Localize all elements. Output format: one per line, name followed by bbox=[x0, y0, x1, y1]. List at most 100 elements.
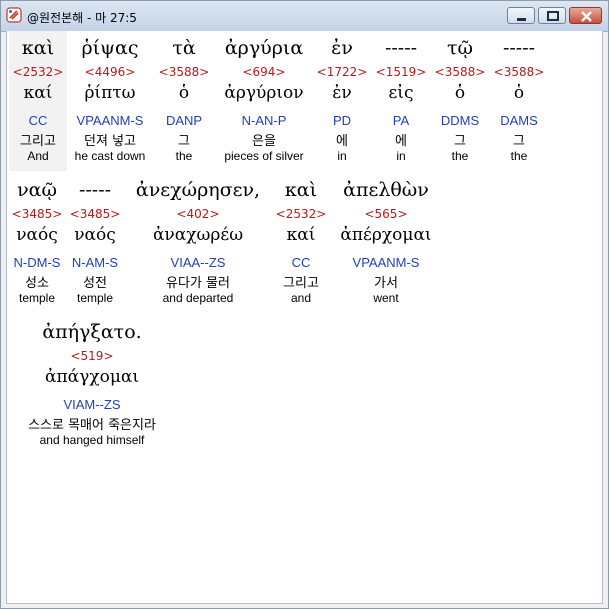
greek-word: ἀπήγξατο. bbox=[42, 321, 142, 343]
parsing-code: VPAANM-S bbox=[76, 113, 144, 128]
interlinear-word[interactable]: ῥίψας <4496> ῥίπτω VPAANM-S 던져 넣고 he cas… bbox=[68, 31, 152, 171]
english-gloss: and departed bbox=[162, 291, 234, 305]
interlinear-word[interactable]: ἀπήγξατο. <519> ἀπάγχομαι VIAM--ZS 스스로 목… bbox=[9, 315, 175, 455]
korean-gloss: 성전 bbox=[83, 276, 107, 291]
app-logo-icon bbox=[6, 7, 22, 23]
parsing-code: CC bbox=[291, 255, 311, 270]
parsing-code: PA bbox=[392, 113, 410, 128]
interlinear-word[interactable]: καὶ <2532> καί CC 그리고 and bbox=[273, 173, 329, 313]
greek-word: ἀπελθὼν bbox=[343, 179, 429, 201]
english-gloss: the bbox=[175, 149, 193, 163]
korean-gloss: 가서 bbox=[374, 276, 398, 291]
window-title: @원전본해 - 마 27:5 bbox=[27, 11, 137, 25]
parsing-code: N-AM-S bbox=[71, 255, 119, 270]
interlinear-word[interactable]: τὰ <3588> ὁ DANP 그 the bbox=[154, 31, 214, 171]
lemma: ναός bbox=[16, 225, 58, 245]
interlinear-word[interactable]: ἀνεχώρησεν, <402> ἀναχωρέω VIAA--ZS 유다가 … bbox=[125, 173, 271, 313]
parsing-code: VIAA--ZS bbox=[170, 255, 226, 270]
korean-gloss: 그 bbox=[513, 134, 525, 149]
strongs-number: <4496> bbox=[84, 65, 136, 79]
english-gloss: went bbox=[373, 291, 399, 305]
strongs-number: <2532> bbox=[12, 65, 64, 79]
greek-word: ----- bbox=[384, 37, 418, 59]
strongs-number: <3485> bbox=[69, 207, 121, 221]
strongs-number: <519> bbox=[70, 349, 114, 363]
strongs-number: <3588> bbox=[493, 65, 545, 79]
maximize-button[interactable] bbox=[538, 7, 566, 24]
strongs-number: <565> bbox=[364, 207, 408, 221]
english-gloss: and bbox=[290, 291, 312, 305]
korean-gloss: 그리고 bbox=[20, 134, 56, 149]
strongs-number: <402> bbox=[176, 207, 220, 221]
greek-word: τὰ bbox=[172, 37, 196, 59]
korean-gloss: 에 bbox=[395, 134, 407, 149]
parsing-code: DDMS bbox=[440, 113, 480, 128]
close-icon bbox=[581, 11, 592, 22]
lemma: ἀπέρχομαι bbox=[340, 225, 432, 245]
interlinear-view[interactable]: καὶ <2532> καί CC 그리고 And ῥίψας <4496> ῥ… bbox=[6, 31, 603, 604]
korean-gloss: 유다가 물러 bbox=[166, 276, 230, 291]
lemma: ἀπάγχομαι bbox=[44, 367, 140, 387]
title-bar[interactable]: @원전본해 - 마 27:5 bbox=[1, 1, 608, 32]
lemma: καί bbox=[23, 83, 53, 103]
close-button[interactable] bbox=[569, 7, 602, 24]
lemma: ἀναχωρέω bbox=[152, 225, 244, 245]
english-gloss: and hanged himself bbox=[39, 433, 145, 447]
minimize-button[interactable] bbox=[507, 7, 535, 24]
greek-word: ναῷ bbox=[17, 179, 57, 201]
parsing-code: VIAM--ZS bbox=[63, 397, 121, 412]
lemma: ὁ bbox=[178, 83, 190, 103]
lemma: ναός bbox=[74, 225, 116, 245]
strongs-number: <3588> bbox=[158, 65, 210, 79]
interlinear-word[interactable]: τῷ <3588> ὁ DDMS 그 the bbox=[432, 31, 488, 171]
english-gloss: temple bbox=[18, 291, 56, 305]
minimize-icon bbox=[517, 18, 526, 21]
interlinear-word[interactable]: ----- <3588> ὁ DAMS 그 the bbox=[491, 31, 547, 171]
parsing-code: CC bbox=[28, 113, 48, 128]
korean-gloss: 그 bbox=[454, 134, 466, 149]
greek-word: ἀργύρια bbox=[224, 37, 304, 59]
korean-gloss: 스스로 목매어 죽은지라 bbox=[28, 418, 156, 433]
parsing-code: PD bbox=[332, 113, 352, 128]
greek-word: ἀνεχώρησεν, bbox=[135, 179, 261, 201]
strongs-number: <1722> bbox=[316, 65, 368, 79]
parsing-code: DANP bbox=[165, 113, 203, 128]
parsing-code: N-DM-S bbox=[13, 255, 61, 270]
korean-gloss: 에 bbox=[336, 134, 348, 149]
lemma: ὁ bbox=[454, 83, 466, 103]
strongs-number: <1519> bbox=[375, 65, 427, 79]
greek-word: τῷ bbox=[446, 37, 473, 59]
lemma: ἐν bbox=[332, 83, 352, 103]
interlinear-word[interactable]: καὶ <2532> καί CC 그리고 And bbox=[9, 31, 67, 171]
parsing-code: VPAANM-S bbox=[352, 255, 420, 270]
english-gloss: the bbox=[451, 149, 469, 163]
app-window: @원전본해 - 마 27:5 καὶ <2532> καί CC 그리고 And… bbox=[0, 0, 609, 609]
english-gloss: the bbox=[510, 149, 528, 163]
interlinear-word[interactable]: ----- <3485> ναός N-AM-S 성전 temple bbox=[67, 173, 123, 313]
parsing-code: DAMS bbox=[500, 113, 538, 128]
english-gloss: pieces of silver bbox=[224, 149, 304, 163]
parsing-code: N-AN-P bbox=[241, 113, 287, 128]
strongs-number: <2532> bbox=[275, 207, 327, 221]
english-gloss: in bbox=[396, 149, 406, 163]
korean-gloss: 은을 bbox=[252, 134, 276, 149]
greek-word: ἐν bbox=[331, 37, 353, 59]
interlinear-word[interactable]: ἀπελθὼν <565> ἀπέρχομαι VPAANM-S 가서 went bbox=[332, 173, 440, 313]
interlinear-word[interactable]: ----- <1519> εἰς PA 에 in bbox=[373, 31, 429, 171]
english-gloss: temple bbox=[76, 291, 114, 305]
korean-gloss: 던져 넣고 bbox=[84, 134, 136, 149]
lemma: ῥίπτω bbox=[84, 83, 136, 103]
interlinear-word[interactable]: ἀργύρια <694> ἀργύριον N-AN-P 은을 pieces … bbox=[216, 31, 312, 171]
english-gloss: in bbox=[337, 149, 347, 163]
english-gloss: And bbox=[27, 149, 49, 163]
lemma: ἀργύριον bbox=[224, 83, 304, 103]
lemma: εἰς bbox=[388, 83, 414, 103]
english-gloss: he cast down bbox=[74, 149, 146, 163]
strongs-number: <3588> bbox=[434, 65, 486, 79]
strongs-number: <694> bbox=[242, 65, 286, 79]
korean-gloss: 그리고 bbox=[283, 276, 319, 291]
interlinear-word[interactable]: ναῷ <3485> ναός N-DM-S 성소 temple bbox=[9, 173, 65, 313]
maximize-icon bbox=[547, 11, 559, 21]
interlinear-word[interactable]: ἐν <1722> ἐν PD 에 in bbox=[315, 31, 369, 171]
greek-word: καὶ bbox=[21, 37, 55, 59]
